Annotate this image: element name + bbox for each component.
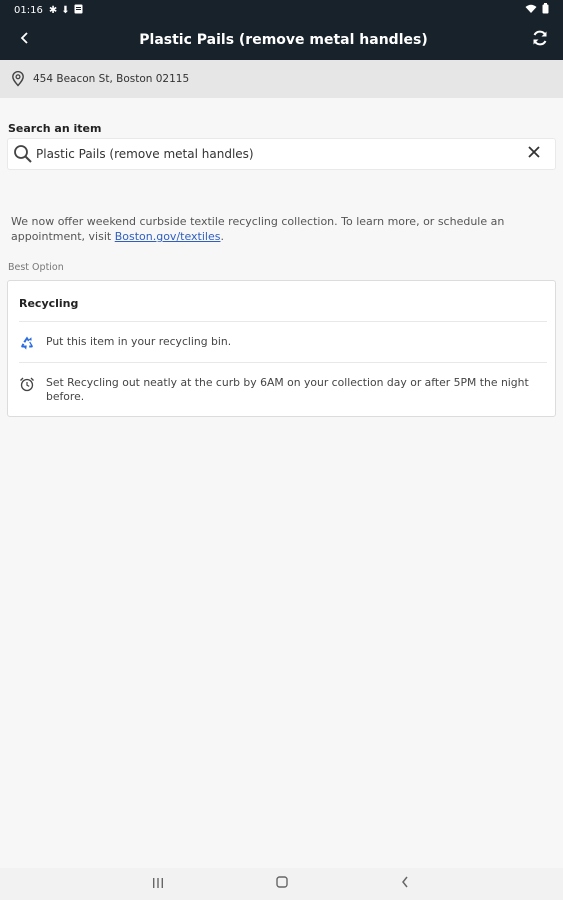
refresh-button[interactable] <box>517 20 563 60</box>
clipboard-icon <box>74 4 83 17</box>
status-time: 01:16 <box>14 4 43 16</box>
card-divider <box>19 362 547 363</box>
battery-icon <box>542 3 549 17</box>
home-icon <box>276 875 288 893</box>
instruction-row: Put this item in your recycling bin. <box>19 335 535 351</box>
recents-button[interactable] <box>138 868 178 900</box>
home-button[interactable] <box>262 868 302 900</box>
recycle-icon <box>19 335 46 351</box>
card-title: Recycling <box>19 297 79 310</box>
disposal-card: Recycling Put this item in your recyclin… <box>7 280 556 417</box>
address-bar[interactable]: 454 Beacon St, Boston 02115 <box>0 60 563 98</box>
refresh-icon <box>531 29 549 52</box>
recents-icon <box>152 875 164 893</box>
best-option-label: Best Option <box>8 262 64 273</box>
textiles-link[interactable]: Boston.gov/textiles <box>115 230 221 243</box>
wifi-icon <box>525 4 537 17</box>
instruction-text: Set Recycling out neatly at the curb by … <box>46 376 529 403</box>
back-chevron-icon <box>20 31 30 49</box>
clear-search-button[interactable] <box>518 139 550 169</box>
back-button[interactable] <box>0 20 50 60</box>
location-pin-icon <box>11 71 25 87</box>
app-bar: Plastic Pails (remove metal handles) <box>0 20 563 60</box>
alarm-clock-icon <box>19 376 46 392</box>
search-field[interactable]: Plastic Pails (remove metal handles) <box>7 138 556 170</box>
search-input[interactable]: Plastic Pails (remove metal handles) <box>36 147 518 161</box>
search-icon <box>13 144 33 164</box>
card-divider <box>19 321 547 322</box>
status-bar: 01:16 ✱ ⬇ <box>0 0 563 20</box>
instruction-row: Set Recycling out neatly at the curb by … <box>19 376 535 404</box>
notice-suffix: . <box>220 230 224 243</box>
system-nav-bar <box>0 868 563 900</box>
instruction-text: Put this item in your recycling bin. <box>46 335 232 348</box>
gear-icon: ✱ <box>48 4 58 16</box>
back-icon <box>401 875 409 893</box>
system-back-button[interactable] <box>385 868 425 900</box>
download-icon: ⬇ <box>61 4 70 16</box>
close-icon <box>528 145 540 163</box>
textile-notice: We now offer weekend curbside textile re… <box>11 214 511 244</box>
address-text: 454 Beacon St, Boston 02115 <box>33 73 190 85</box>
page-title: Plastic Pails (remove metal handles) <box>139 32 428 48</box>
search-label: Search an item <box>8 122 102 135</box>
notice-text: We now offer weekend curbside textile re… <box>11 215 505 243</box>
